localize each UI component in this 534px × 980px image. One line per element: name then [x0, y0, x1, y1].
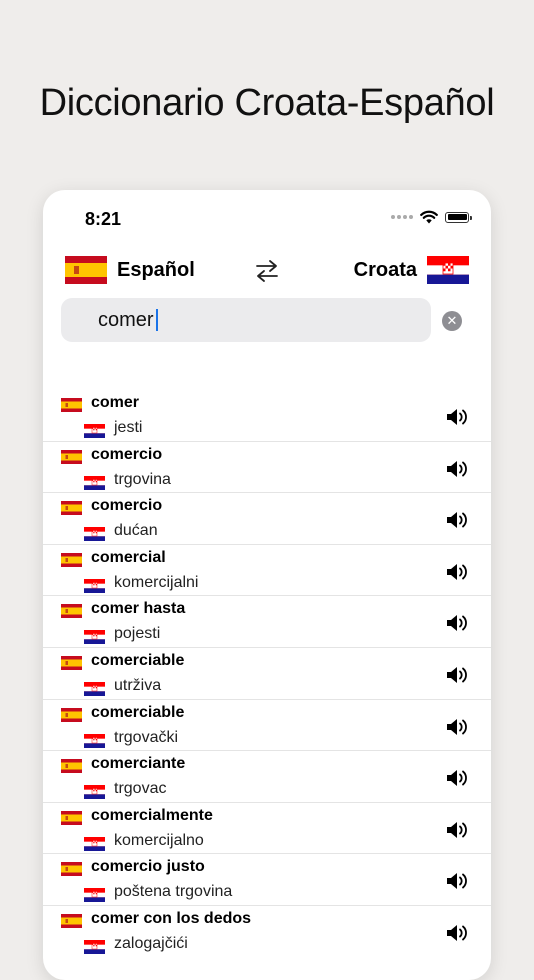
signal-icon — [391, 215, 413, 219]
croatia-flag-icon — [84, 888, 105, 903]
result-row[interactable]: comer hasta pojesti — [43, 596, 491, 648]
result-term: comerciable — [91, 651, 185, 669]
result-term: comercio — [91, 497, 163, 515]
spain-flag-icon — [61, 604, 82, 619]
swap-arrows-icon[interactable] — [254, 258, 280, 284]
croatia-flag-icon — [84, 733, 105, 748]
result-translation: trgovački — [114, 728, 179, 746]
speaker-icon[interactable] — [445, 922, 471, 944]
result-translation: trgovac — [114, 780, 167, 798]
croatia-flag-icon — [84, 785, 105, 800]
result-row[interactable]: comerciable trgovački — [43, 700, 491, 752]
source-language-label: Español — [117, 258, 195, 281]
speaker-icon[interactable] — [445, 561, 471, 583]
result-translation: poštena trgovina — [114, 883, 233, 901]
battery-icon — [445, 211, 472, 223]
result-translation: jesti — [114, 419, 143, 436]
speaker-icon[interactable] — [445, 767, 471, 789]
speaker-icon[interactable] — [445, 819, 471, 841]
result-term: comercio — [91, 445, 163, 463]
result-term: comerciable — [91, 703, 185, 721]
result-translation: utrživa — [114, 676, 162, 694]
croatia-flag-icon — [84, 424, 105, 438]
croatia-flag-icon — [84, 681, 105, 696]
result-translation: trgovina — [114, 470, 171, 488]
result-translation: zalogajčići — [114, 934, 188, 952]
result-row[interactable]: comercio trgovina — [43, 442, 491, 494]
result-row[interactable]: comer con los dedos zalogajčići — [43, 906, 491, 957]
result-row[interactable]: comer jesti — [43, 390, 491, 442]
result-row[interactable]: comercio dućan — [43, 493, 491, 545]
results-list: comer jesti comercio trgovina comercio d… — [43, 390, 491, 957]
speaker-icon[interactable] — [445, 870, 471, 892]
page-headline: Diccionario Croata-Español — [39, 82, 495, 124]
speaker-icon[interactable] — [445, 612, 471, 634]
result-term: comercio justo — [91, 858, 205, 876]
spain-flag-icon — [61, 759, 82, 774]
speaker-icon[interactable] — [445, 664, 471, 686]
speaker-icon[interactable] — [445, 716, 471, 738]
croatia-flag-icon — [84, 578, 105, 593]
result-term: comer — [91, 394, 140, 411]
speaker-icon[interactable] — [445, 458, 471, 480]
result-row[interactable]: comercio justo poštena trgovina — [43, 854, 491, 906]
result-term: comercialmente — [91, 806, 213, 824]
result-row[interactable]: comerciable utrživa — [43, 648, 491, 700]
result-row[interactable]: comercialmente komercijalno — [43, 803, 491, 855]
croatia-flag-icon — [427, 256, 469, 284]
spain-flag-icon — [61, 913, 82, 928]
croatia-flag-icon — [84, 630, 105, 645]
result-translation: komercijalno — [114, 831, 204, 849]
result-row[interactable]: comerciante trgovac — [43, 751, 491, 803]
spain-flag-icon — [61, 552, 82, 567]
spain-flag-icon — [61, 501, 82, 516]
speaker-icon[interactable] — [445, 509, 471, 531]
spain-flag-icon — [65, 256, 107, 284]
language-bar: Español Croata — [43, 256, 491, 286]
croatia-flag-icon — [84, 475, 105, 490]
spain-flag-icon — [61, 449, 82, 464]
spain-flag-icon — [61, 655, 82, 670]
result-term: comer hasta — [91, 600, 186, 618]
status-time: 8:21 — [85, 209, 122, 229]
clear-circle-icon[interactable]: ✕ — [442, 311, 462, 331]
status-icons — [391, 210, 472, 224]
search-input[interactable]: comer — [61, 298, 431, 342]
spain-flag-icon — [61, 707, 82, 722]
spain-flag-icon — [61, 862, 82, 877]
target-language-label: Croata — [353, 258, 417, 281]
result-term: comercial — [91, 548, 166, 566]
croatia-flag-icon — [84, 939, 105, 954]
speaker-icon[interactable] — [445, 406, 471, 428]
result-row[interactable]: comercial komercijalni — [43, 545, 491, 597]
result-translation: pojesti — [114, 625, 161, 643]
spain-flag-icon — [61, 810, 82, 825]
result-term: comerciante — [91, 755, 186, 773]
target-language-button[interactable]: Croata — [354, 256, 469, 284]
search-input-value: comer — [98, 309, 158, 331]
croatia-flag-icon — [84, 527, 105, 542]
result-term: comer con los dedos — [91, 909, 252, 927]
result-translation: komercijalni — [114, 573, 199, 591]
source-language-button[interactable]: Español — [65, 256, 195, 284]
croatia-flag-icon — [84, 836, 105, 851]
phone-screen: 8:21 Español Croata comer ✕ comer jesti … — [43, 190, 491, 980]
result-translation: dućan — [114, 522, 158, 540]
spain-flag-icon — [61, 398, 82, 412]
wifi-icon — [420, 210, 438, 224]
